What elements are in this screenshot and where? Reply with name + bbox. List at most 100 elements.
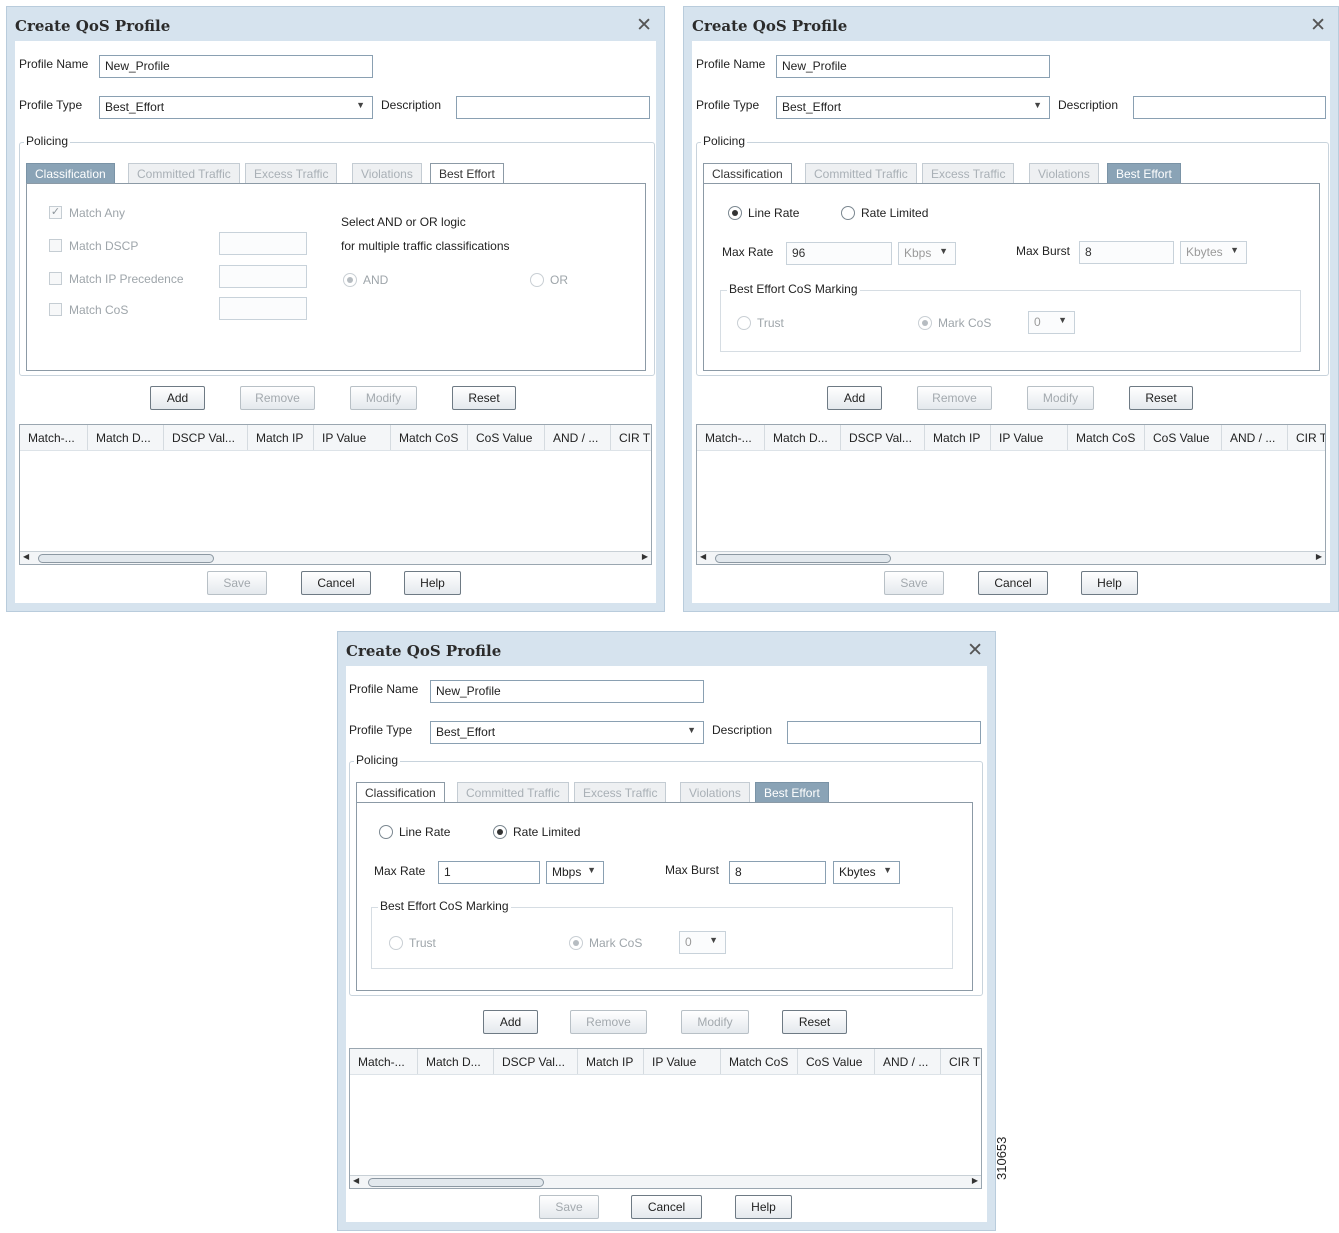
tab-classification[interactable]: Classification: [703, 163, 792, 184]
match-dscp-checkbox[interactable]: [49, 239, 62, 252]
max-rate-unit-select[interactable]: Kbps ▼: [898, 242, 956, 265]
column-header[interactable]: Match CoS: [721, 1049, 798, 1074]
column-header[interactable]: DSCP Val...: [494, 1049, 578, 1074]
scrollbar-thumb[interactable]: [715, 554, 891, 563]
rate-limited-radio[interactable]: [841, 206, 855, 220]
modify-button[interactable]: Modify: [350, 386, 417, 410]
column-header[interactable]: Match-...: [697, 425, 765, 450]
tab-committed-traffic[interactable]: Committed Traffic: [457, 782, 569, 803]
tab-violations[interactable]: Violations: [680, 782, 750, 803]
cancel-button[interactable]: Cancel: [301, 571, 371, 595]
reset-button[interactable]: Reset: [452, 386, 516, 410]
arrow-right-icon[interactable]: ▶: [972, 1176, 978, 1185]
add-button[interactable]: Add: [483, 1010, 538, 1034]
remove-button[interactable]: Remove: [917, 386, 992, 410]
profile-name-input[interactable]: New_Profile: [430, 680, 704, 703]
profile-name-input[interactable]: New_Profile: [776, 55, 1050, 78]
arrow-left-icon[interactable]: ◀: [353, 1176, 359, 1185]
arrow-left-icon[interactable]: ◀: [23, 552, 29, 561]
line-rate-radio[interactable]: [728, 206, 742, 220]
remove-button[interactable]: Remove: [240, 386, 315, 410]
column-header[interactable]: AND / ...: [875, 1049, 941, 1074]
column-header[interactable]: Match IP: [248, 425, 314, 450]
column-header[interactable]: AND / ...: [545, 425, 611, 450]
or-radio[interactable]: [530, 273, 544, 287]
arrow-right-icon[interactable]: ▶: [1316, 552, 1322, 561]
cancel-button[interactable]: Cancel: [978, 571, 1048, 595]
modify-button[interactable]: Modify: [681, 1010, 749, 1034]
column-header[interactable]: IP Value: [991, 425, 1068, 450]
reset-button[interactable]: Reset: [782, 1010, 847, 1034]
description-input[interactable]: [787, 721, 981, 744]
max-rate-unit-select[interactable]: Mbps ▼: [546, 861, 604, 884]
column-header[interactable]: Match-...: [20, 425, 88, 450]
save-button[interactable]: Save: [207, 571, 267, 595]
description-input[interactable]: [1133, 96, 1326, 119]
column-header[interactable]: IP Value: [314, 425, 391, 450]
mark-cos-select[interactable]: 0 ▼: [1028, 311, 1075, 334]
match-cos-checkbox[interactable]: [49, 303, 62, 316]
horizontal-scrollbar[interactable]: ◀ ▶: [350, 1175, 981, 1188]
column-header[interactable]: CoS Value: [798, 1049, 875, 1074]
tab-committed-traffic[interactable]: Committed Traffic: [128, 163, 240, 184]
tab-committed-traffic[interactable]: Committed Traffic: [805, 163, 917, 184]
profile-type-select[interactable]: Best_Effort ▼: [430, 721, 704, 744]
column-header[interactable]: CIR T: [941, 1049, 981, 1074]
save-button[interactable]: Save: [884, 571, 944, 595]
tab-best-effort[interactable]: Best Effort: [430, 163, 504, 184]
arrow-right-icon[interactable]: ▶: [642, 552, 648, 561]
horizontal-scrollbar[interactable]: ◀ ▶: [20, 551, 651, 564]
close-icon[interactable]: ✕: [1310, 14, 1326, 37]
column-header[interactable]: CIR T: [611, 425, 651, 450]
scrollbar-thumb[interactable]: [368, 1178, 544, 1187]
profile-name-input[interactable]: New_Profile: [99, 55, 373, 78]
max-burst-unit-select[interactable]: Kbytes ▼: [1180, 241, 1247, 264]
close-icon[interactable]: ✕: [967, 639, 983, 662]
max-burst-unit-select[interactable]: Kbytes ▼: [833, 861, 900, 884]
mark-cos-radio[interactable]: [918, 316, 932, 330]
match-ip-precedence-checkbox[interactable]: [49, 272, 62, 285]
help-button[interactable]: Help: [1081, 571, 1138, 595]
tab-excess-traffic[interactable]: Excess Traffic: [922, 163, 1015, 184]
profile-type-select[interactable]: Best_Effort ▼: [99, 96, 373, 119]
dscp-value-input[interactable]: [219, 232, 307, 255]
max-burst-input[interactable]: 8: [1079, 241, 1174, 264]
tab-violations[interactable]: Violations: [352, 163, 422, 184]
max-burst-input[interactable]: 8: [729, 861, 826, 884]
scrollbar-thumb[interactable]: [38, 554, 214, 563]
column-header[interactable]: Match D...: [418, 1049, 494, 1074]
add-button[interactable]: Add: [827, 386, 882, 410]
column-header[interactable]: Match IP: [578, 1049, 644, 1074]
cancel-button[interactable]: Cancel: [631, 1195, 702, 1219]
profile-type-select[interactable]: Best_Effort ▼: [776, 96, 1050, 119]
rate-limited-radio[interactable]: [493, 825, 507, 839]
column-header[interactable]: CoS Value: [468, 425, 545, 450]
column-header[interactable]: CIR T: [1288, 425, 1325, 450]
horizontal-scrollbar[interactable]: ◀ ▶: [697, 551, 1325, 564]
tab-best-effort[interactable]: Best Effort: [755, 782, 829, 803]
line-rate-radio[interactable]: [379, 825, 393, 839]
column-header[interactable]: Match IP: [925, 425, 991, 450]
mark-cos-radio[interactable]: [569, 936, 583, 950]
help-button[interactable]: Help: [404, 571, 461, 595]
description-input[interactable]: [456, 96, 650, 119]
tab-violations[interactable]: Violations: [1029, 163, 1099, 184]
trust-radio[interactable]: [389, 936, 403, 950]
max-rate-input[interactable]: 1: [438, 861, 540, 884]
column-header[interactable]: Match D...: [765, 425, 841, 450]
column-header[interactable]: Match-...: [350, 1049, 418, 1074]
ip-precedence-input[interactable]: [219, 265, 307, 288]
and-radio[interactable]: [343, 273, 357, 287]
max-rate-input[interactable]: 96: [786, 242, 892, 265]
save-button[interactable]: Save: [539, 1195, 599, 1219]
add-button[interactable]: Add: [150, 386, 205, 410]
column-header[interactable]: DSCP Val...: [841, 425, 925, 450]
reset-button[interactable]: Reset: [1129, 386, 1193, 410]
cos-value-input[interactable]: [219, 297, 307, 320]
column-header[interactable]: DSCP Val...: [164, 425, 248, 450]
modify-button[interactable]: Modify: [1027, 386, 1094, 410]
remove-button[interactable]: Remove: [570, 1010, 647, 1034]
help-button[interactable]: Help: [735, 1195, 792, 1219]
column-header[interactable]: Match D...: [88, 425, 164, 450]
column-header[interactable]: Match CoS: [391, 425, 468, 450]
